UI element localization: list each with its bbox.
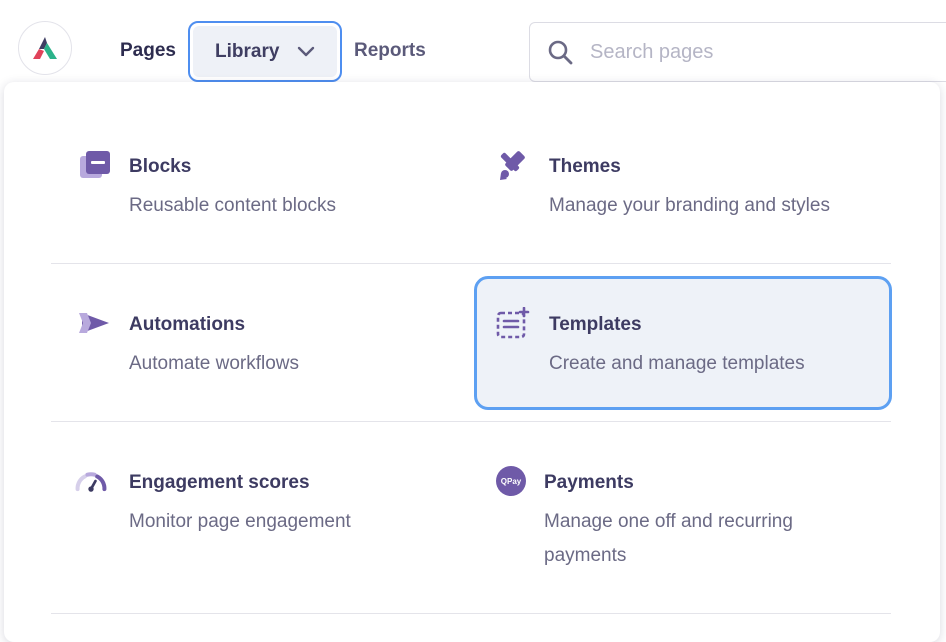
blocks-icon	[78, 148, 112, 182]
menu-divider	[51, 421, 891, 422]
menu-item-title: Automations	[129, 314, 246, 335]
menu-item-title: Engagement scores	[129, 472, 310, 493]
template-icon	[496, 306, 530, 340]
menu-item-payments[interactable]: QPay Payments Manage one off and recurri…	[496, 464, 896, 574]
menu-divider	[51, 263, 891, 264]
menu-divider	[51, 613, 891, 614]
menu-item-description: Automate workflows	[129, 353, 300, 374]
menu-item-title: Payments	[544, 472, 634, 493]
menu-item-description-continued: payments	[544, 545, 627, 566]
library-dropdown-menu: Blocks Reusable content blocks Themes Ma…	[4, 82, 940, 642]
menu-item-description: Reusable content blocks	[129, 195, 337, 216]
menu-item-description: Manage one off and recurring	[544, 511, 793, 532]
logo-icon	[33, 37, 57, 59]
nav-library-dropdown-button[interactable]: Library	[188, 21, 342, 82]
menu-item-description: Create and manage templates	[549, 353, 805, 374]
menu-item-description: Manage your branding and styles	[549, 195, 830, 216]
nav-pages-link[interactable]: Pages	[120, 40, 176, 62]
nav-library-label: Library	[215, 40, 280, 62]
menu-item-title: Themes	[549, 156, 621, 177]
qpay-icon-text: QPay	[500, 476, 522, 486]
menu-item-blocks[interactable]: Blocks Reusable content blocks	[78, 148, 438, 228]
menu-item-title: Blocks	[129, 156, 192, 177]
paintbrush-icon	[496, 148, 530, 182]
nav-reports-link[interactable]: Reports	[354, 40, 426, 62]
search-icon	[547, 39, 573, 65]
chevron-down-icon	[297, 46, 315, 58]
app-logo[interactable]	[18, 21, 72, 75]
menu-item-engagement-scores[interactable]: Engagement scores Monitor page engagemen…	[74, 464, 444, 544]
qpay-icon: QPay	[496, 466, 526, 496]
automation-arrow-icon	[78, 306, 112, 340]
menu-item-description: Monitor page engagement	[129, 511, 351, 532]
search-input[interactable]: Search pages	[529, 22, 946, 82]
menu-item-automations[interactable]: Automations Automate workflows	[78, 306, 438, 386]
search-placeholder: Search pages	[590, 40, 714, 63]
menu-item-title: Templates	[549, 314, 642, 335]
menu-item-templates[interactable]: Templates Create and manage templates	[496, 306, 886, 386]
gauge-icon	[74, 464, 108, 498]
menu-item-themes[interactable]: Themes Manage your branding and styles	[496, 148, 896, 228]
